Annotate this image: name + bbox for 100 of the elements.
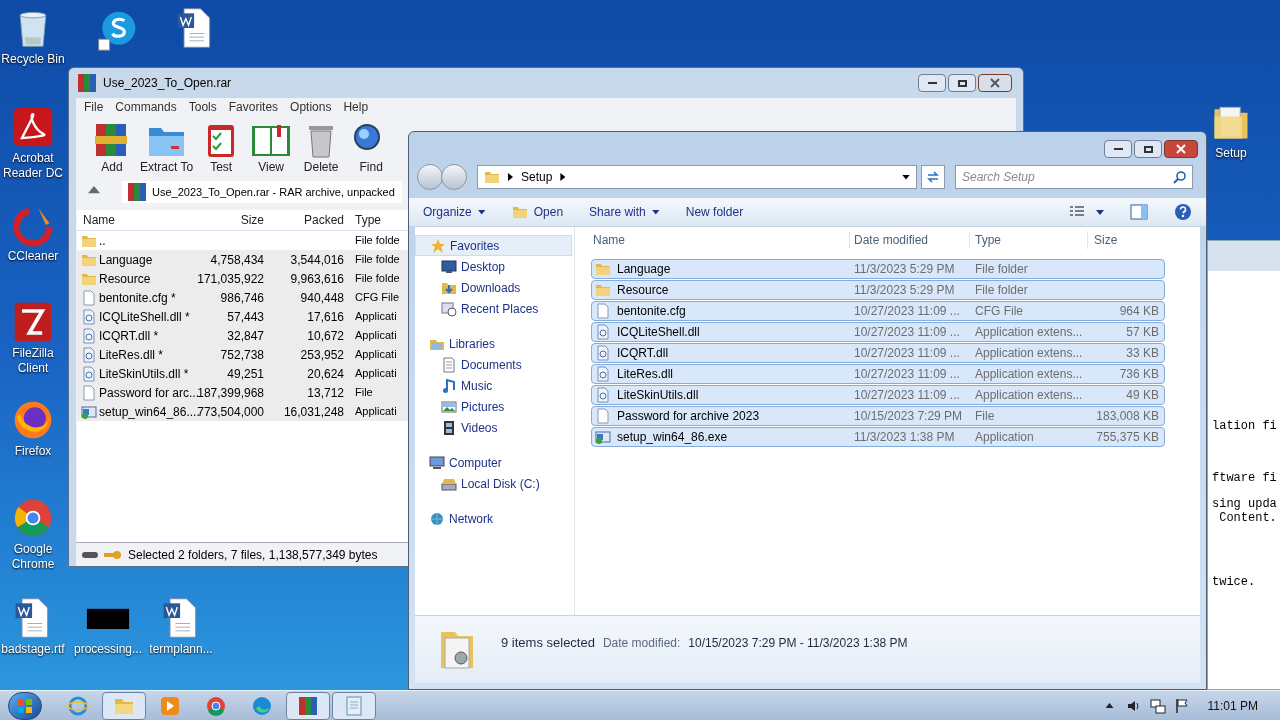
desktop-icon-label[interactable]: CCleaner	[7, 249, 59, 264]
breadcrumb[interactable]: Setup	[521, 168, 553, 186]
file-row[interactable]: LiteRes.dll 10/27/2023 11:09 ... Application extens... 736 KB	[591, 364, 1165, 384]
file-row[interactable]: ICQLiteShell.dll * 57,443 17,616 Applicati	[77, 307, 411, 326]
close-button[interactable]	[978, 74, 1012, 92]
nav-group[interactable]: Favorites	[415, 235, 572, 256]
network-icon[interactable]	[1149, 697, 1166, 714]
refresh-button[interactable]	[921, 165, 945, 189]
file-type: CFG File	[975, 304, 1023, 318]
column-header[interactable]: Packed	[270, 211, 350, 229]
file-row[interactable]: Password for archive 2023 10/15/2023 7:29 PM File 183,008 KB	[591, 406, 1165, 426]
file-row[interactable]: ICQRT.dll * 32,847 10,672 Applicati	[77, 326, 411, 345]
folder-icon	[595, 282, 611, 298]
edge-icon	[251, 694, 273, 717]
desktop-icon-label[interactable]: Setup	[1215, 146, 1247, 161]
file-name: Resource	[99, 270, 151, 288]
nav-item[interactable]: Videos	[415, 417, 574, 438]
nav-group[interactable]: Computer	[415, 452, 572, 473]
nav-item[interactable]: Local Disk (C:)	[415, 473, 574, 494]
column-header[interactable]: Type	[350, 211, 400, 229]
toolbar-button[interactable]: Add	[90, 122, 134, 176]
command-button[interactable]: New folder	[685, 203, 744, 221]
file-row[interactable]: bentonite.cfg * 986,746 940,448 CFG File	[77, 288, 411, 307]
column-header[interactable]: Date modified	[849, 231, 969, 249]
nav-item[interactable]: Documents	[415, 354, 574, 375]
toolbar-button[interactable]: Delete	[299, 122, 344, 176]
close-button[interactable]	[1164, 140, 1198, 158]
file-size: 57 KB	[1126, 325, 1159, 339]
file-row[interactable]: Language 4,758,434 3,544,016 File folde	[77, 250, 411, 269]
menu-item[interactable]: Favorites	[228, 98, 279, 116]
menu-item[interactable]: Tools	[188, 98, 217, 116]
file-row[interactable]: Resource 171,035,922 9,963,616 File folde	[77, 269, 411, 288]
file-row[interactable]: LiteRes.dll * 752,738 253,952 Applicati	[77, 345, 411, 364]
file-size: 755,375 KB	[1096, 430, 1159, 444]
packed-size: 253,952	[300, 347, 344, 362]
nav-group[interactable]: Network	[415, 508, 572, 529]
toolbar-button[interactable]: Find	[349, 122, 394, 176]
file-row[interactable]: bentonite.cfg 10/27/2023 11:09 ... CFG File 964 KB	[591, 301, 1165, 321]
file-row[interactable]: setup_win64_86....773,504,000 16,031,248 Applicati	[77, 402, 411, 421]
file-row[interactable]: LiteSkinUtils.dll * 49,251 20,624 Applicati	[77, 364, 411, 383]
file-name: LiteRes.dll	[617, 366, 674, 383]
taskbar-button[interactable]	[102, 691, 146, 720]
restore-button[interactable]	[948, 74, 976, 92]
menu-item[interactable]: Options	[290, 98, 332, 116]
console-text: sing upda	[1212, 497, 1278, 511]
desktop-icon-label[interactable]: Firefox	[14, 444, 52, 459]
documents-icon	[441, 356, 457, 373]
flag-icon[interactable]	[1173, 697, 1190, 714]
file-row[interactable]: Resource 11/3/2023 5:29 PM File folder	[591, 280, 1165, 300]
file-row[interactable]: LiteSkinUtils.dll 10/27/2023 11:09 ... Application extens... 49 KB	[591, 385, 1165, 405]
minimize-button[interactable]	[918, 74, 946, 92]
column-header[interactable]: Size	[190, 211, 270, 229]
start-button[interactable]	[8, 691, 42, 720]
desktop-icon-label[interactable]: Acrobat Reader DC	[0, 151, 66, 181]
toolbar-button[interactable]: Extract To	[140, 122, 194, 176]
column-header[interactable]: Type	[969, 231, 1087, 249]
column-header[interactable]: Name	[591, 231, 849, 249]
search-field[interactable]: Search Setup	[955, 165, 1193, 189]
column-header[interactable]: Size	[1087, 231, 1161, 249]
file-row[interactable]: Password for arc...187,399,968 13,712 File	[77, 383, 411, 402]
file-name: setup_win64_86....	[99, 403, 200, 421]
file-type: Applicati	[354, 347, 397, 363]
menu-item[interactable]: File	[84, 98, 104, 116]
command-button[interactable]: Organize	[423, 203, 486, 221]
dll-file-icon	[595, 366, 611, 382]
nav-group[interactable]: Libraries	[415, 333, 572, 354]
desktop-icon-label[interactable]: Google Chrome	[0, 542, 66, 572]
packed-size: 940,448	[300, 290, 344, 305]
dll-file-icon	[81, 308, 97, 325]
command-button[interactable]: Open	[511, 203, 564, 221]
clock[interactable]: 11:01 PM	[1207, 696, 1258, 715]
view-options-icon[interactable]	[1070, 205, 1104, 219]
file-row[interactable]: ICQRT.dll 10/27/2023 11:09 ... Application extens... 33 KB	[591, 343, 1165, 363]
nav-item[interactable]: Pictures	[415, 396, 574, 417]
toolbar-button[interactable]: Test	[199, 122, 244, 176]
help-icon[interactable]	[1174, 203, 1192, 221]
desktop-icon-label[interactable]: Recycle Bin	[1, 52, 65, 67]
nav-item[interactable]: Downloads	[415, 277, 574, 298]
taskbar-button[interactable]	[332, 691, 376, 720]
books-stack-icon	[297, 694, 319, 717]
menu-item[interactable]: Commands	[115, 98, 177, 116]
file-row[interactable]: Language 11/3/2023 5:29 PM File folder	[591, 259, 1165, 279]
dll-file-icon	[595, 324, 611, 340]
restore-button[interactable]	[1134, 140, 1162, 158]
nav-item[interactable]: Music	[415, 375, 574, 396]
computer-icon	[429, 454, 445, 471]
address-bar[interactable]: Setup	[477, 165, 917, 189]
toolbar-button[interactable]: View	[249, 122, 294, 176]
chrome-icon	[205, 694, 227, 717]
nav-item[interactable]: Recent Places	[415, 298, 574, 319]
nav-item[interactable]: Desktop	[415, 256, 574, 277]
minimize-button[interactable]	[1104, 140, 1132, 158]
column-header[interactable]: Name	[77, 211, 190, 229]
file-row[interactable]: ICQLiteShell.dll 10/27/2023 11:09 ... Application extens... 57 KB	[591, 322, 1165, 342]
desktop-icon-label[interactable]: FileZilla Client	[0, 346, 66, 376]
taskbar-button[interactable]	[286, 691, 330, 720]
date-modified: 10/27/2023 11:09 ...	[854, 388, 960, 402]
file-row[interactable]: setup_win64_86.exe 11/3/2023 1:38 PM Application 755,375 KB	[591, 427, 1165, 447]
menu-item[interactable]: Help	[343, 98, 369, 116]
command-button[interactable]: Share with	[589, 203, 660, 221]
